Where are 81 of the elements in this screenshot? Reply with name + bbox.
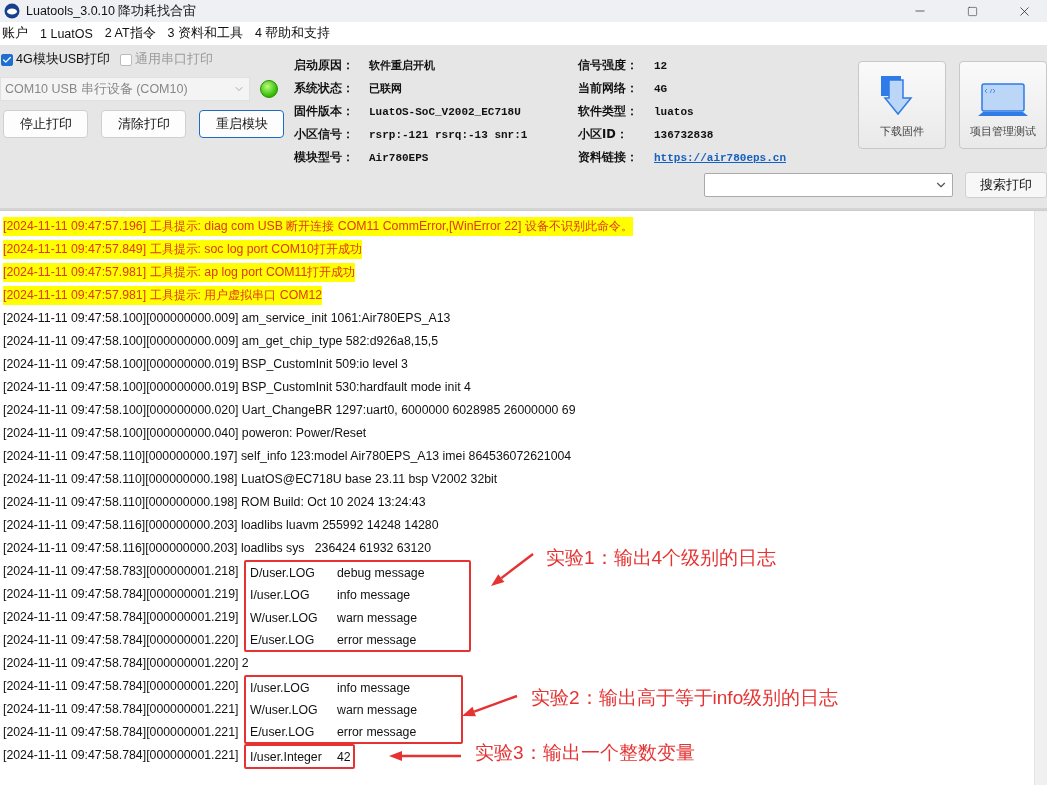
check-icon (2, 54, 12, 65)
log-line: [2024-11-11 09:47:58.100][000000000.019] BSP_CustomInit 509:io level 3 (3, 356, 408, 373)
log-line: [2024-11-11 09:47:58.100][000000000.019] BSP_CustomInit 530:hardfault mode init 4 (3, 379, 471, 396)
info-label: 资料链接： (578, 150, 639, 165)
tool-button[interactable]: 下载固件 (858, 61, 946, 149)
info-label: 信号强度： (578, 58, 639, 73)
tool-message: [2024-11-11 09:47:57.849] 工具提示: soc log port COM10打开成功 (3, 240, 362, 259)
log-message: error message (337, 632, 417, 647)
log-line: [2024-11-11 09:47:58.116][000000000.203] loadlibs luavm 255992 14248 14280 (3, 517, 439, 534)
log-message: warn message (337, 610, 417, 625)
annotation-arrow (489, 552, 535, 588)
info-value: 已联网 (369, 82, 403, 96)
log-message: warn message (337, 702, 417, 717)
info-value: rsrp:-121 rsrq:-13 snr:1 (369, 128, 529, 141)
action-button[interactable]: 重启模块 (199, 110, 284, 138)
log-line: [2024-11-11 09:47:58.110][000000000.198] LuatOS@EC718U base 23.11 bsp V2002 32bit (3, 471, 498, 488)
log-tag: D/user.LOG (250, 565, 337, 580)
log-line: [2024-11-11 09:47:58.100][000000000.020] Uart_ChangeBR 1297:uart0, 6000000 6028985 26000000 69 (3, 402, 576, 419)
log-tag: I/user.Integer (250, 749, 337, 764)
info-value: 136732838 (654, 128, 715, 141)
info-label: 小区ID： (578, 127, 629, 142)
info-value: 软件重启开机 (369, 58, 436, 73)
search-button[interactable]: 搜索打印 (965, 172, 1047, 198)
log-tag: I/user.LOG (250, 680, 337, 695)
log-timestamp: [2024-11-11 09:47:58.783][000000001.218] (3, 563, 239, 580)
info-label: 软件类型： (578, 104, 639, 119)
log-timestamp: [2024-11-11 09:47:58.784][000000001.220] (3, 678, 239, 695)
log-tag: W/user.LOG (250, 702, 337, 717)
log-line: [2024-11-11 09:47:58.110][000000000.198] ROM Build: Oct 10 2024 13:24:43 (3, 494, 426, 511)
info-value: 4G (654, 82, 669, 95)
tool-message: [2024-11-11 09:47:57.196] 工具提示: diag com USB 断开连接 COM11 CommError,[WinError 22] 设备不识别此命令。 (3, 217, 633, 236)
log-line: [2024-11-11 09:47:58.784][000000001.220] 2 (3, 655, 249, 672)
maximize-icon (966, 5, 978, 17)
log-line: [2024-11-11 09:47:58.100][000000000.040] poweron: Power/Reset (3, 425, 367, 442)
info-label: 小区信号： (294, 127, 355, 142)
action-button[interactable]: 清除打印 (101, 110, 186, 138)
info-value: 12 (654, 59, 669, 72)
info-value: LuatOS-SoC_V2002_EC718U (369, 105, 522, 118)
tool-button[interactable]: 项目管理测试 (959, 61, 1047, 149)
info-value: luatos (654, 105, 695, 118)
search-field[interactable] (704, 173, 953, 197)
log-line: [2024-11-11 09:47:58.100][000000000.009] am_get_chip_type 582:d926a8,15,5 (3, 333, 439, 350)
print-mode-checkbox[interactable]: 4G模块USB打印 (1, 51, 111, 68)
info-label: 当前网络： (578, 81, 639, 96)
app-logo-icon (4, 3, 20, 19)
log-message: info message (337, 680, 411, 695)
menu-item[interactable]: 2 AT指令 (104, 25, 168, 42)
log-message: info message (337, 587, 411, 602)
info-label: 启动原因： (294, 58, 355, 73)
log-message: debug message (337, 565, 425, 580)
log-line: [2024-11-11 09:47:58.100][000000000.009] am_service_init 1061:Air780EPS_A13 (3, 310, 451, 327)
menu-item[interactable]: 3 资料和工具 (167, 25, 256, 42)
tool-message: [2024-11-11 09:47:57.981] 工具提示: 用户虚拟串口 COM12 (3, 286, 323, 305)
log-message: 42 (337, 749, 351, 764)
log-timestamp: [2024-11-11 09:47:58.784][000000001.219] (3, 586, 239, 603)
info-label: 模块型号： (294, 150, 355, 165)
tool-message: [2024-11-11 09:47:57.981] 工具提示: ap log port COM11打开成功 (3, 263, 356, 282)
log-tag: E/user.LOG (250, 724, 337, 739)
log-line: [2024-11-11 09:47:58.116][000000000.203] loadlibs sys 236424 61932 63120 (3, 540, 431, 557)
annotation-note: 实验2：输出高于等于info级别的日志 (531, 686, 839, 710)
log-timestamp: [2024-11-11 09:47:58.784][000000001.221] (3, 747, 239, 764)
log-message: error message (337, 724, 417, 739)
info-label: 系统状态： (294, 81, 355, 96)
log-tag: I/user.LOG (250, 587, 337, 602)
annotation-note: 实验1：输出4个级别的日志 (546, 546, 777, 570)
menu-item[interactable]: 1 LuatOS (40, 26, 105, 41)
log-tag: E/user.LOG (250, 632, 337, 647)
info-link[interactable]: https://air780eps.cn (654, 151, 854, 164)
info-value: Air780EPS (369, 151, 430, 164)
log-timestamp: [2024-11-11 09:47:58.784][000000001.221] (3, 701, 239, 718)
log-timestamp: [2024-11-11 09:47:58.784][000000001.219] (3, 609, 239, 626)
log-tag: W/user.LOG (250, 610, 337, 625)
log-timestamp: [2024-11-11 09:47:58.784][000000001.221] (3, 724, 239, 741)
log-line: [2024-11-11 09:47:58.110][000000000.197] self_info 123:model Air780EPS_A13 imei 864536072621004 (3, 448, 572, 465)
annotation-note: 实验3：输出一个整数变量 (475, 741, 695, 765)
window-title: Luatools_3.0.10 降功耗找合宙 (26, 2, 198, 20)
info-label: 固件版本： (294, 104, 355, 119)
menu-item[interactable]: 4 帮助和支持 (255, 25, 343, 42)
log-timestamp: [2024-11-11 09:47:58.784][000000001.220] (3, 632, 239, 649)
menu-item[interactable]: 账户 (2, 25, 40, 42)
action-button[interactable]: 停止打印 (3, 110, 88, 138)
